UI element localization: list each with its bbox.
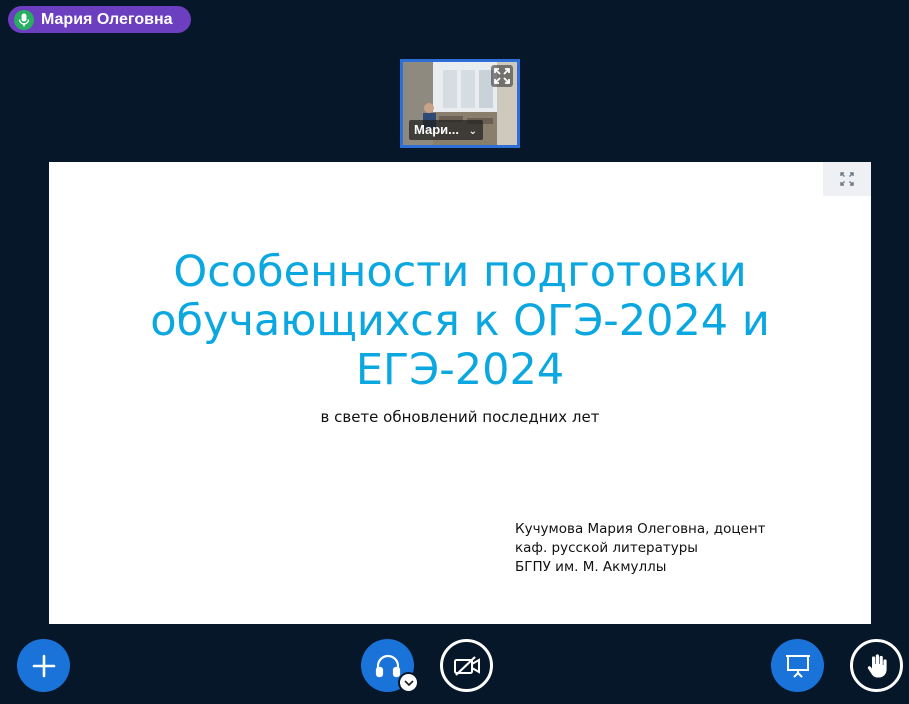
- expand-icon[interactable]: [491, 65, 513, 87]
- hand-icon: [867, 653, 887, 677]
- presentation-slide: Особенности подготовки обучающихся к ОГЭ…: [49, 162, 871, 624]
- video-off-icon: [453, 655, 480, 676]
- plus-icon: [32, 654, 55, 677]
- webcam-tile[interactable]: Мари... ⌄: [400, 59, 520, 148]
- actions-button[interactable]: [17, 639, 70, 692]
- slide-subtitle: в свете обновлений последних лет: [320, 408, 600, 426]
- raise-hand-button[interactable]: [850, 639, 903, 692]
- slide-author-block: Кучумова Мария Олеговна, доцент каф. рус…: [515, 520, 766, 577]
- talking-user-name: Мария Олеговна: [41, 10, 173, 28]
- share-webcam-button[interactable]: [440, 639, 493, 692]
- presentation-icon: [785, 654, 810, 678]
- talking-indicator: Мария Олеговна: [8, 6, 191, 33]
- chevron-down-icon: [403, 679, 414, 686]
- fullscreen-icon[interactable]: [823, 162, 871, 196]
- audio-options-button[interactable]: [398, 672, 419, 693]
- slide-title: Особенности подготовки обучающихся к ОГЭ…: [150, 247, 770, 395]
- webcam-user-name: Мари...: [414, 122, 459, 137]
- headphones-icon: [375, 654, 400, 677]
- microphone-icon: [14, 9, 34, 30]
- presentation-button[interactable]: [771, 639, 824, 692]
- author-department-line: каф. русской литературы: [515, 540, 698, 556]
- chevron-down-icon: ⌄: [468, 126, 478, 137]
- webcam-user-label[interactable]: Мари... ⌄: [409, 120, 484, 140]
- author-name-line: Кучумова Мария Олеговна, доцент: [515, 521, 766, 537]
- author-university-line: БГПУ им. М. Акмуллы: [515, 559, 667, 575]
- meeting-stage: Мария Олеговна Мари... ⌄ Особенности под…: [0, 0, 909, 704]
